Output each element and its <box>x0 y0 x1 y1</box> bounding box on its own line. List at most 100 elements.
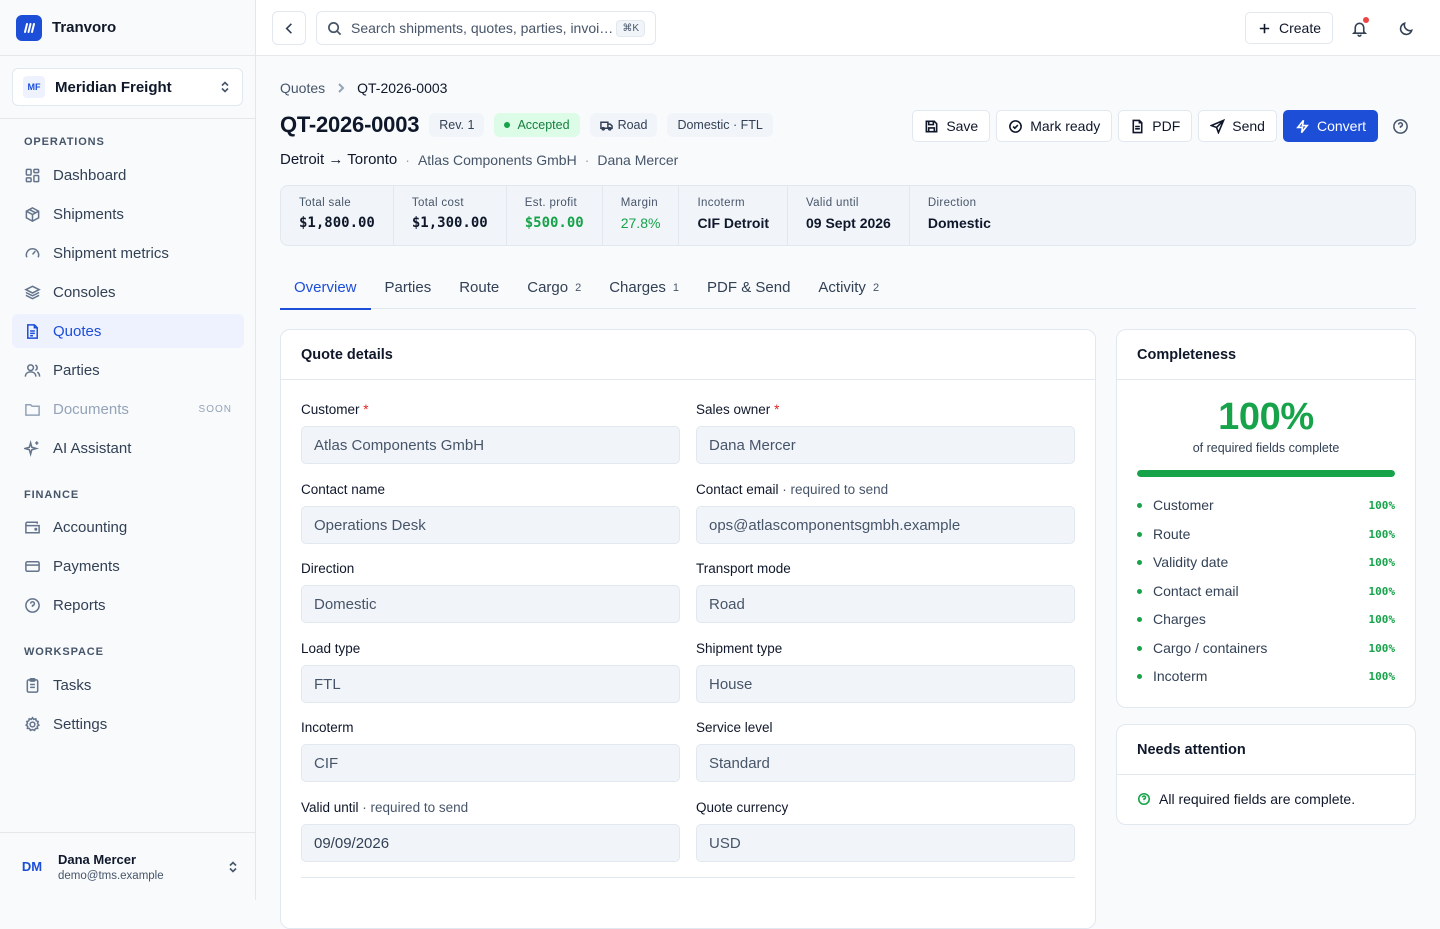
nav-label: Parties <box>53 361 100 379</box>
nav-item-documents[interactable]: Documents SOON <box>12 392 244 426</box>
stat-est-profit: Est. profit $500.00 <box>507 186 603 245</box>
stat-value: 27.8% <box>620 215 661 231</box>
notifications-button[interactable] <box>1343 12 1375 44</box>
contact-email-field: Contact email · required to send ops@atl… <box>696 482 1075 544</box>
check-label: Route <box>1153 526 1191 542</box>
file-text-icon <box>27 323 38 339</box>
tab-pdf-send[interactable]: PDF & Send <box>693 266 804 309</box>
stat-label: Incoterm <box>697 197 745 209</box>
convert-button[interactable]: Convert <box>1282 110 1378 142</box>
sales-owner-field: Sales owner * Dana Mercer <box>696 402 1075 464</box>
check-value: 100% <box>1368 584 1396 598</box>
brand: Tranvoro <box>0 0 255 56</box>
transport-mode-select[interactable]: Road <box>696 585 1075 623</box>
save-button[interactable]: Save <box>912 110 991 142</box>
pdf-label: PDF <box>1152 118 1181 134</box>
nav-item-reports[interactable]: Reports <box>12 588 244 622</box>
field-label: Valid until <box>301 800 359 815</box>
check-label: Incoterm <box>1153 668 1208 684</box>
check-circle-icon <box>1009 119 1023 133</box>
incoterm-select[interactable]: CIF <box>301 744 680 782</box>
tab-label: PDF & Send <box>707 279 791 296</box>
nav-item-dashboard[interactable]: Dashboard <box>12 158 244 192</box>
divider <box>301 877 1075 878</box>
customer-label: Atlas Components GmbH <box>417 151 577 168</box>
customer-input[interactable]: Atlas Components GmbH <box>301 426 680 464</box>
create-button[interactable]: Create <box>1245 12 1334 44</box>
valid-until-field: Valid until · required to send 09/09/202… <box>301 800 680 862</box>
mark-ready-button[interactable]: Mark ready <box>996 110 1113 142</box>
help-circle-icon <box>1137 792 1151 806</box>
stat-total-cost: Total cost $1,300.00 <box>394 186 507 245</box>
chevron-up-down-icon <box>221 81 229 93</box>
tab-overview[interactable]: Overview <box>280 266 371 310</box>
check-label: Cargo / containers <box>1153 640 1268 656</box>
direction-select[interactable]: Domestic <box>301 585 680 623</box>
load-type-select[interactable]: FTL <box>301 665 680 703</box>
valid-until-date-input[interactable]: 09/09/2026 <box>301 824 680 862</box>
nav-item-quotes[interactable]: Quotes <box>12 314 244 348</box>
contact-email-input[interactable]: ops@atlascomponentsgmbh.example <box>696 506 1075 544</box>
shipment-type-select[interactable]: House <box>696 665 1075 703</box>
mode-badge: Road <box>589 113 658 137</box>
quote-currency-select[interactable]: USD <box>696 824 1075 862</box>
tab-label: Parties <box>384 279 432 296</box>
nav-item-shipment-metrics[interactable]: Shipment metrics <box>12 236 244 270</box>
user-menu[interactable]: DM Dana Mercer demo@tms.example <box>0 832 256 900</box>
plus-icon <box>1259 23 1270 33</box>
org-name: Meridian Freight <box>55 78 172 96</box>
breadcrumb-parent[interactable]: Quotes <box>280 80 325 96</box>
nav-item-consoles[interactable]: Consoles <box>12 275 244 309</box>
nav-item-tasks[interactable]: Tasks <box>12 668 244 702</box>
check-label: Customer <box>1153 497 1214 513</box>
check-cargo-containers: Cargo / containers 100% <box>1137 639 1395 657</box>
tab-label: Overview <box>294 279 357 296</box>
stat-label: Margin <box>620 197 658 209</box>
quote-subtitle: Detroit → Toronto · Atlas Components Gmb… <box>280 151 679 168</box>
nav-item-parties[interactable]: Parties <box>12 353 244 387</box>
logo-icon <box>16 14 42 41</box>
theme-toggle[interactable] <box>1390 12 1422 44</box>
sidebar: Tranvoro MF Meridian Freight OPERATIONS … <box>0 0 256 900</box>
scope-badge: Domestic · FTL <box>667 113 773 137</box>
route-label: Detroit → Toronto <box>280 151 398 168</box>
nav-item-shipments[interactable]: Shipments <box>12 197 244 231</box>
service-level-select[interactable]: Standard <box>696 744 1075 782</box>
sales-owner-input[interactable]: Dana Mercer <box>696 426 1075 464</box>
nav-item-ai-assistant[interactable]: AI Assistant <box>12 431 244 465</box>
search-icon <box>328 21 342 35</box>
tab-count: 2 <box>872 281 880 294</box>
search-input[interactable]: Search shipments, quotes, parties, invoi… <box>316 11 656 45</box>
field-label: Contact email <box>696 482 779 497</box>
contact-name-input[interactable]: Operations Desk <box>301 506 680 544</box>
nav-item-accounting[interactable]: Accounting <box>12 510 244 544</box>
gear-icon <box>24 715 41 731</box>
field-label: Quote currency <box>696 800 789 815</box>
progress-fill <box>1137 470 1395 477</box>
soon-badge: SOON <box>198 403 232 415</box>
tab-activity[interactable]: Activity 2 <box>804 266 893 309</box>
send-button[interactable]: Send <box>1198 110 1277 142</box>
check-route: Route 100% <box>1137 525 1395 543</box>
stat-value: 09 Sept 2026 <box>806 215 891 231</box>
check-charges: Charges 100% <box>1137 610 1395 628</box>
nav-item-settings[interactable]: Settings <box>12 707 244 741</box>
app-name: Tranvoro <box>52 19 117 36</box>
pdf-button[interactable]: PDF <box>1118 110 1193 142</box>
stat-direction: Direction Domestic <box>910 186 1009 245</box>
help-button[interactable] <box>1384 110 1416 142</box>
check-value: 100% <box>1368 641 1396 655</box>
tab-charges[interactable]: Charges 1 <box>595 266 693 309</box>
tab-cargo[interactable]: Cargo 2 <box>513 266 595 309</box>
tab-label: Cargo <box>527 279 569 296</box>
nav-label: Settings <box>53 715 108 733</box>
tab-parties[interactable]: Parties <box>371 266 446 309</box>
org-switcher[interactable]: MF Meridian Freight <box>12 68 243 106</box>
card-title: Completeness <box>1117 330 1415 380</box>
tab-route[interactable]: Route <box>445 266 513 309</box>
check-incoterm: Incoterm 100% <box>1137 667 1395 685</box>
nav-item-payments[interactable]: Payments <box>12 549 244 583</box>
collapse-sidebar-button[interactable] <box>272 11 306 45</box>
check-value: 100% <box>1368 555 1396 569</box>
field-label: Incoterm <box>301 720 354 735</box>
